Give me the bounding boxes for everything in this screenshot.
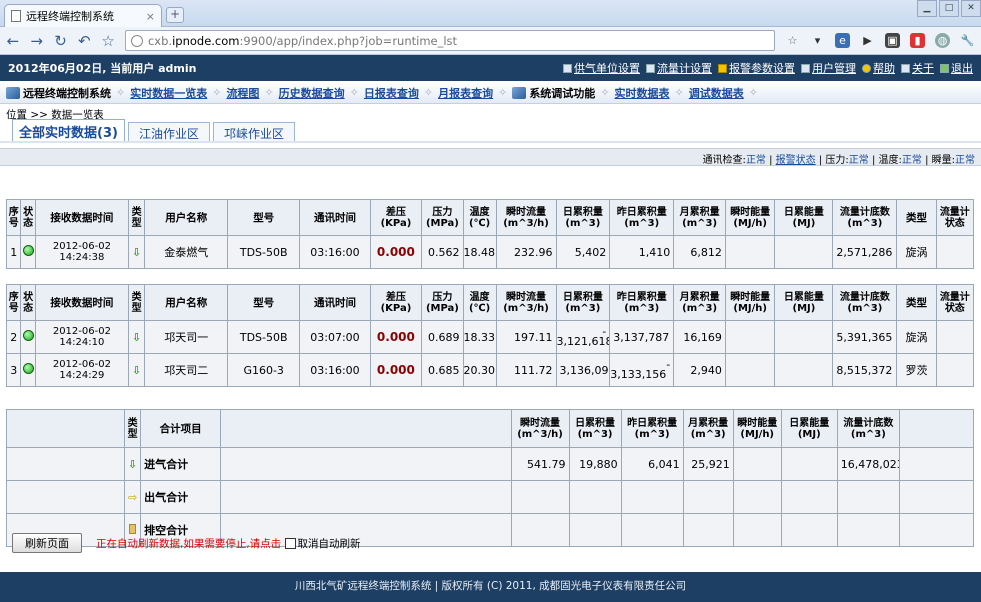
menu-section-debug: 系统调试功能	[512, 85, 595, 101]
vent-icon	[129, 523, 137, 534]
window-controls: ▁ □ ✕	[915, 0, 981, 17]
page-menu-icon[interactable]: ▾	[810, 33, 825, 48]
menu-debug-table[interactable]: 调试数据表	[689, 85, 744, 101]
wrench-icon[interactable]: 🔧	[960, 33, 975, 48]
tab-title: 远程终端控制系统	[26, 10, 114, 23]
footer: 川西北气矿远程终端控制系统 | 版权所有 (C) 2011, 成都固光电子仪表有…	[0, 572, 981, 602]
menu-flowchart[interactable]: 流程图	[226, 85, 259, 101]
current-user: admin	[158, 61, 197, 75]
alarm-status-link[interactable]: 报警状态	[776, 155, 816, 166]
exit-icon	[940, 63, 949, 73]
reload-icon[interactable]: ↻	[54, 32, 68, 50]
supplier-icon	[563, 63, 572, 73]
cancel-auto-refresh-checkbox[interactable]	[284, 538, 296, 549]
menu-realtime-list[interactable]: 实时数据一览表	[130, 85, 207, 101]
about-link[interactable]: 关于	[901, 60, 934, 76]
cancel-auto-refresh-label[interactable]: 取消自动刷新	[298, 538, 361, 550]
auto-refresh-message: 正在自动刷新数据,如果需要停止,请点击	[96, 537, 282, 550]
info-icon	[901, 63, 910, 73]
table-row[interactable]: 2 2012-06-02 14:24:10 ⇩ 邛天司一 TDS-50B 03:0…	[5, 320, 975, 354]
status-summary: 通讯检查:正常 | 报警状态 | 压力:正常 | 温度:正常 | 瞬量:正常	[0, 148, 981, 166]
help-link[interactable]: 帮助	[862, 60, 895, 76]
star-icon[interactable]: ☆	[785, 33, 800, 48]
intake-arrow-icon: ⇩	[132, 330, 142, 344]
refresh-bar: 刷新页面 正在自动刷新数据,如果需要停止,请点击 取消自动刷新	[12, 533, 361, 553]
breadcrumb: 位置 >> 数据一览表	[6, 109, 104, 121]
menu-section-system: 远程终端控制系统	[6, 85, 111, 101]
meter-icon	[646, 63, 655, 73]
url-host-prefix: cxb.	[147, 33, 173, 48]
totals-header: 类型 合计项目 瞬时流量 (m^3/h) 日累积量 (m^3) 昨日累积量 (m^3)…	[5, 409, 975, 448]
page-icon	[11, 10, 21, 22]
table-row[interactable]: 3 2012-06-02 14:24:29 ⇩ 邛天司二 G160-3 03:16…	[5, 353, 975, 387]
main-menu: 远程终端控制系统 ✧ 实时数据一览表 ✧ 流程图 ✧ 历史数据查询 ✧ 日报表查…	[0, 82, 981, 104]
output-arrow-icon: ⇨	[128, 490, 138, 504]
debug-icon	[512, 86, 527, 99]
app-header: 2012年06月02日, 当前用户 admin 供气单位设置 流量计设置 报警参…	[0, 55, 981, 81]
url-host-domain: ipnode.com	[172, 33, 240, 48]
close-tab-icon[interactable]: ×	[146, 10, 155, 23]
alarm-settings-link[interactable]: 报警参数设置	[718, 60, 795, 76]
new-tab-button[interactable]: +	[166, 7, 184, 23]
back-icon[interactable]: ←	[6, 32, 20, 50]
extension-icon[interactable]: e	[835, 33, 850, 48]
totals-row-output: ⇨ 出气合计	[5, 480, 975, 514]
minimize-icon[interactable]: ▁	[917, 0, 937, 17]
tab-all-realtime[interactable]: 全部实时数据(3)	[12, 119, 125, 141]
user-icon	[801, 63, 810, 73]
extension-puzzle-icon[interactable]: ▣	[885, 33, 900, 48]
table-row[interactable]: 1 2012-06-02 14:24:38 ⇩ 金泰燃气 TDS-50B 03:1…	[5, 235, 975, 269]
close-window-icon[interactable]: ✕	[961, 0, 981, 17]
bookmark-star-icon[interactable]: ☆	[101, 32, 115, 50]
flow-status: 正常	[955, 155, 975, 166]
intake-arrow-icon: ⇩	[132, 363, 142, 377]
toolbar-extensions: ☆ ▾ e ▶ ▣ ▮ ◍ 🔧	[785, 33, 975, 48]
globe-icon	[130, 34, 143, 47]
user-management-link[interactable]: 用户管理	[801, 60, 856, 76]
undo-icon[interactable]: ↶	[77, 32, 91, 50]
maximize-icon[interactable]: □	[939, 0, 959, 17]
pressure-status: 正常	[848, 155, 869, 166]
browser-tab[interactable]: 远程终端控制系统 ×	[4, 4, 162, 27]
date-user-label: 2012年06月02日, 当前用户	[8, 62, 155, 75]
globe-ext-icon[interactable]: ◍	[935, 33, 950, 48]
play-icon[interactable]: ▶	[860, 33, 875, 48]
menu-daily-report[interactable]: 日报表查询	[364, 85, 419, 101]
logout-link[interactable]: 退出	[940, 60, 973, 76]
online-status-icon	[22, 330, 34, 341]
address-bar[interactable]: cxb. ipnode.com:9900/app/index.php?job=ru…	[124, 30, 775, 51]
intake-arrow-icon: ⇩	[132, 245, 142, 259]
table-header: 序号 状态 接收数据时间 类型 用户名称 型号 通讯时间 差压 (KPa) 压力(…	[5, 199, 975, 236]
temperature-status: 正常	[901, 155, 922, 166]
area-tabs: 全部实时数据(3) 江油作业区 邛崃作业区	[0, 119, 981, 143]
browser-toolbar: ← → ↻ ↶ ☆ cxb. ipnode.com:9900/app/index.…	[0, 27, 981, 55]
tab-jiangyou[interactable]: 江油作业区	[127, 122, 210, 141]
tab-qionglai[interactable]: 邛崃作业区	[212, 122, 295, 141]
comm-status: 正常	[745, 155, 766, 166]
online-status-icon	[22, 245, 34, 256]
supplier-settings-link[interactable]: 供气单位设置	[563, 60, 640, 76]
forward-icon[interactable]: →	[30, 32, 44, 50]
online-status-icon	[22, 363, 34, 374]
refresh-button[interactable]: 刷新页面	[12, 533, 82, 553]
help-icon	[862, 63, 871, 73]
table-header: 序号 状态 接收数据时间 类型 用户名称 型号 通讯时间 差压 (KPa) 压力(…	[5, 284, 975, 321]
browser-tab-strip: 远程终端控制系统 × + ▁ □ ✕	[0, 0, 981, 27]
system-icon	[6, 86, 20, 99]
warning-icon	[718, 63, 727, 73]
data-table-group-2: 序号 状态 接收数据时间 类型 用户名称 型号 通讯时间 差压 (KPa) 压力(…	[5, 284, 975, 387]
url-rest: :9900/app/index.php?job=runtime_lst	[239, 33, 458, 48]
intake-arrow-icon: ⇩	[128, 457, 138, 471]
menu-history-query[interactable]: 历史数据查询	[279, 85, 345, 101]
totals-table: 类型 合计项目 瞬时流量 (m^3/h) 日累积量 (m^3) 昨日累积量 (m^3)…	[5, 409, 975, 547]
header-links: 供气单位设置 流量计设置 报警参数设置 用户管理 帮助 关于 退出	[563, 60, 973, 76]
meter-settings-link[interactable]: 流量计设置	[646, 60, 712, 76]
menu-realtime-table[interactable]: 实时数据表	[615, 85, 670, 101]
pocket-icon[interactable]: ▮	[910, 33, 925, 48]
totals-row-intake: ⇩ 进气合计 541.79 19,880 6,041 25,921 16,478…	[5, 447, 975, 481]
data-table-group-1: 序号 状态 接收数据时间 类型 用户名称 型号 通讯时间 差压 (KPa) 压力(…	[5, 199, 975, 269]
menu-monthly-report[interactable]: 月报表查询	[438, 85, 493, 101]
